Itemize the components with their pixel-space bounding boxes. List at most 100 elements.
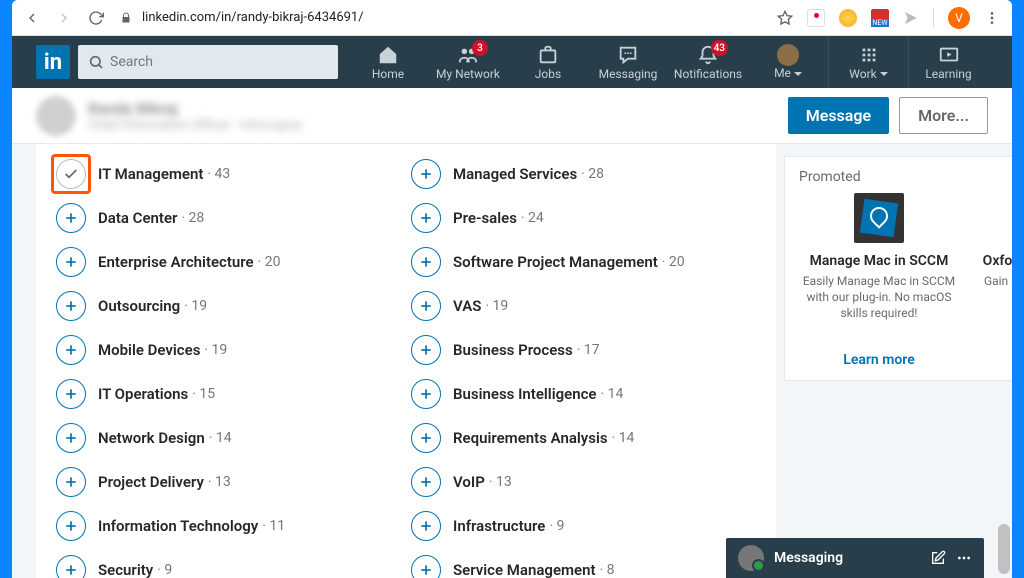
more-icon[interactable] — [956, 550, 972, 566]
skill-count: · 9 — [549, 518, 564, 534]
skill-name[interactable]: VAS — [453, 297, 481, 315]
browser-profile-avatar[interactable]: V — [948, 7, 970, 29]
extension-icon[interactable] — [807, 9, 825, 27]
promo-cta[interactable]: Learn more — [799, 352, 959, 368]
nav-home[interactable]: Home — [348, 36, 428, 88]
search-input[interactable] — [110, 54, 328, 70]
browser-menu-icon[interactable] — [984, 10, 1000, 26]
skill-count: · 20 — [662, 254, 685, 270]
endorse-plus-button[interactable] — [56, 379, 86, 409]
skill-name[interactable]: Infrastructure — [453, 517, 545, 535]
endorse-plus-button[interactable] — [411, 335, 441, 365]
nav-notifications[interactable]: Notifications43 — [668, 36, 748, 88]
skill-name[interactable]: Enterprise Architecture — [98, 253, 254, 271]
nav-work[interactable]: Work — [828, 36, 908, 88]
bookmark-star-icon[interactable] — [777, 10, 793, 26]
nav-label: Work — [849, 67, 887, 81]
skill-name[interactable]: Project Delivery — [98, 473, 204, 491]
profile-name: Randy Bikraj — [88, 99, 302, 118]
promo-cta[interactable]: Learn more — [971, 335, 1012, 351]
nav-learning[interactable]: Learning — [908, 36, 988, 88]
extension-icon[interactable] — [839, 9, 857, 27]
skills-section: IT Management · 43Data Center · 28Enterp… — [36, 144, 776, 578]
endorse-plus-button[interactable] — [56, 247, 86, 277]
endorse-plus-button[interactable] — [411, 247, 441, 277]
skill-row: IT Management · 43 — [56, 152, 401, 196]
endorse-plus-button[interactable] — [411, 467, 441, 497]
nav-jobs[interactable]: Jobs — [508, 36, 588, 88]
endorse-plus-button[interactable] — [411, 555, 441, 578]
skill-name[interactable]: Outsourcing — [98, 297, 180, 315]
extension-icon[interactable]: NEW — [871, 9, 889, 27]
endorse-plus-button[interactable] — [411, 159, 441, 189]
skill-name[interactable]: IT Management — [98, 165, 203, 183]
endorse-plus-button[interactable] — [56, 555, 86, 578]
endorse-plus-button[interactable] — [411, 203, 441, 233]
caret-down-icon — [794, 72, 802, 76]
skill-name[interactable]: IT Operations — [98, 385, 188, 403]
endorsed-icon[interactable] — [56, 159, 86, 189]
skill-name[interactable]: Mobile Devices — [98, 341, 200, 359]
skill-row: Information Technology · 11 — [56, 504, 401, 548]
endorse-plus-button[interactable] — [411, 423, 441, 453]
skill-count: · 8 — [600, 562, 615, 578]
promo-desc: Gain an understanding of future of AI. — [971, 273, 1012, 305]
endorse-plus-button[interactable] — [411, 379, 441, 409]
skill-name[interactable]: Security — [98, 561, 153, 578]
back-icon[interactable] — [24, 10, 40, 26]
skill-name[interactable]: Software Project Management — [453, 253, 658, 271]
search-box[interactable] — [78, 45, 338, 79]
messaging-overlay[interactable]: Messaging — [726, 538, 984, 578]
promoted-card[interactable]: Oxford AI ProgrammeGain an understanding… — [971, 193, 1012, 368]
endorse-plus-button[interactable] — [56, 203, 86, 233]
work-icon — [858, 44, 880, 66]
promo-image — [854, 193, 904, 243]
endorse-plus-button[interactable] — [56, 467, 86, 497]
skill-count: · 14 — [612, 430, 635, 446]
endorse-plus-button[interactable] — [411, 511, 441, 541]
skill-name[interactable]: Network Design — [98, 429, 205, 447]
reload-icon[interactable] — [88, 10, 104, 26]
endorse-plus-button[interactable] — [56, 511, 86, 541]
profile-avatar — [36, 96, 76, 136]
skill-row: Mobile Devices · 19 — [56, 328, 401, 372]
skill-name[interactable]: Managed Services — [453, 165, 577, 183]
skill-name[interactable]: Service Management — [453, 561, 596, 578]
message-button[interactable]: Message — [788, 97, 889, 134]
skill-name[interactable]: VoIP — [453, 473, 485, 491]
url-text: linkedin.com/in/randy-bikraj-6434691/ — [142, 10, 364, 25]
endorse-plus-button[interactable] — [411, 291, 441, 321]
skill-name[interactable]: Information Technology — [98, 517, 258, 535]
nav-me[interactable]: Me — [748, 36, 828, 88]
extension-icon[interactable] — [903, 10, 919, 26]
endorse-plus-button[interactable] — [56, 291, 86, 321]
skill-row: Requirements Analysis · 14 — [411, 416, 756, 460]
linkedin-logo[interactable]: in — [36, 45, 70, 79]
skill-row: IT Operations · 15 — [56, 372, 401, 416]
skill-row: Outsourcing · 19 — [56, 284, 401, 328]
skill-count: · 14 — [600, 386, 623, 402]
endorse-plus-button[interactable] — [56, 335, 86, 365]
skill-row: VoIP · 13 — [411, 460, 756, 504]
address-bar[interactable]: linkedin.com/in/randy-bikraj-6434691/ — [120, 10, 761, 25]
skill-name[interactable]: Business Intelligence — [453, 385, 596, 403]
compose-icon[interactable] — [930, 550, 946, 566]
promoted-card[interactable]: Manage Mac in SCCMEasily Manage Mac in S… — [799, 193, 959, 368]
skill-name[interactable]: Data Center — [98, 209, 177, 227]
skill-row: VAS · 19 — [411, 284, 756, 328]
endorse-plus-button[interactable] — [56, 423, 86, 453]
skill-name[interactable]: Business Process — [453, 341, 573, 359]
nav-my-network[interactable]: My Network3 — [428, 36, 508, 88]
more-button[interactable]: More... — [899, 97, 988, 134]
profile-subtitle: Chief Information Officer · InfoLogica — [88, 118, 302, 133]
browser-toolbar: linkedin.com/in/randy-bikraj-6434691/ NE… — [12, 0, 1012, 36]
messaging-icon — [617, 44, 639, 66]
skill-count: · 15 — [192, 386, 215, 402]
nav-messaging[interactable]: Messaging — [588, 36, 668, 88]
scrollbar-thumb[interactable] — [998, 524, 1010, 574]
skill-name[interactable]: Requirements Analysis — [453, 429, 608, 447]
skill-name[interactable]: Pre-sales — [453, 209, 517, 227]
promoted-heading: Promoted — [799, 169, 1012, 185]
forward-icon[interactable] — [56, 10, 72, 26]
skill-count: · 20 — [258, 254, 281, 270]
